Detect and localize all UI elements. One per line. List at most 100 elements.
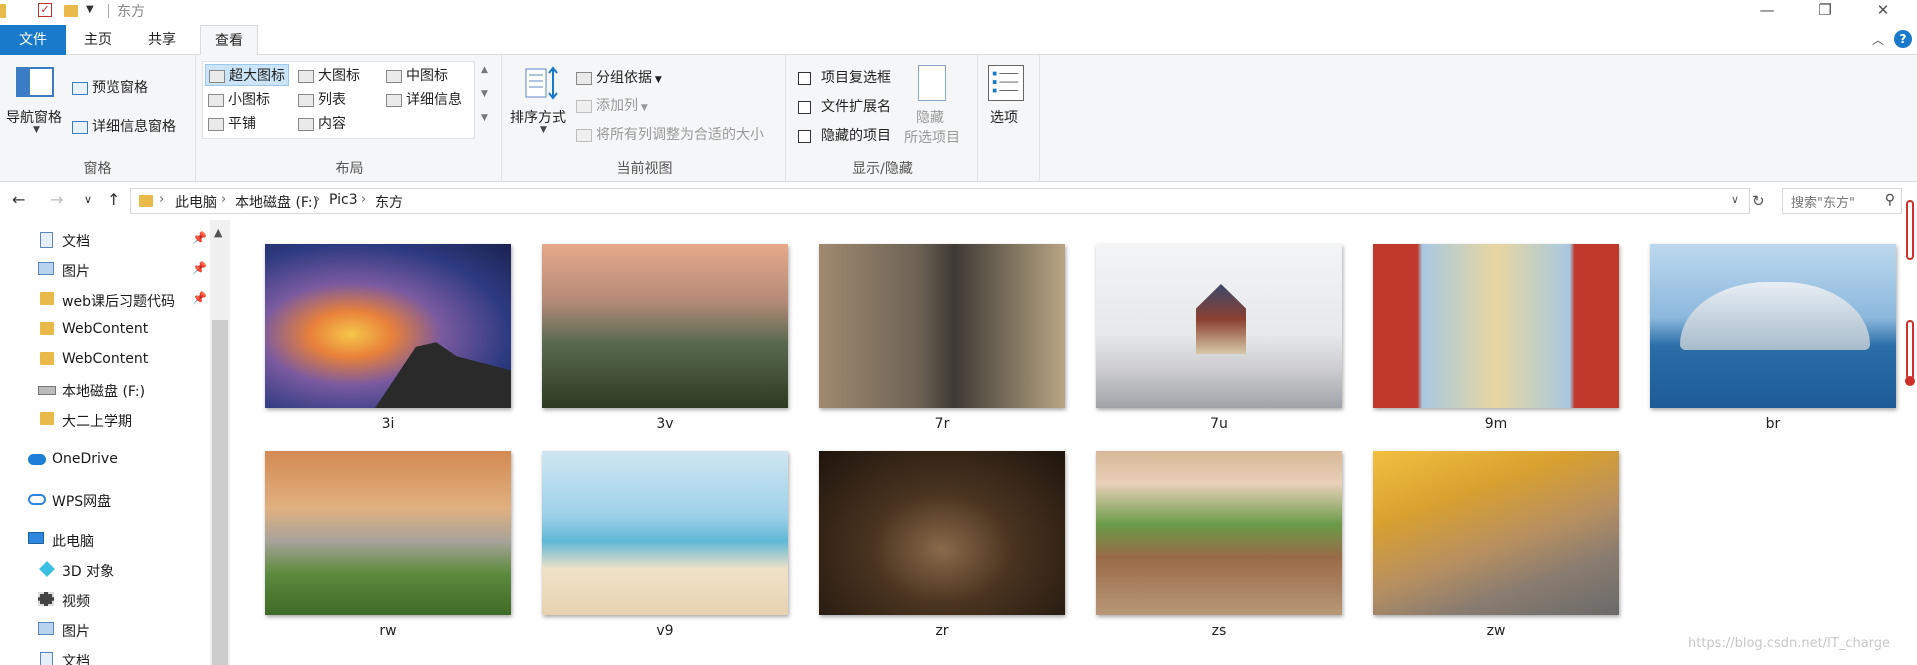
refresh-icon[interactable]: ↻ bbox=[1752, 192, 1765, 210]
file-name[interactable]: rw bbox=[265, 623, 511, 639]
chevron-down-icon[interactable]: ▼ bbox=[33, 125, 40, 135]
sidebar-item-videos[interactable]: 视频 bbox=[0, 586, 210, 614]
customize-toolbar-icon[interactable]: ▼ bbox=[86, 4, 94, 20]
breadcrumb-separator[interactable]: › bbox=[221, 192, 226, 207]
file-item[interactable]: rw bbox=[265, 451, 511, 647]
hidden-items-checkbox[interactable] bbox=[798, 129, 811, 143]
address-bar[interactable]: › 此电脑 › 本地磁盘 (F:) › Pic3 › 东方 ∨ bbox=[130, 188, 1750, 214]
sidebar-item-this-pc[interactable]: 此电脑 bbox=[0, 526, 210, 554]
chevron-down-icon[interactable]: ∨ bbox=[1731, 193, 1739, 206]
properties-icon[interactable]: ✓ bbox=[38, 3, 52, 17]
item-checkboxes-toggle[interactable]: 项目复选框 bbox=[798, 67, 891, 87]
sidebar-item-3d-objects[interactable]: 3D 对象 bbox=[0, 556, 210, 584]
sidebar-item-pictures-2[interactable]: 图片 bbox=[0, 616, 210, 644]
search-input[interactable]: 搜索"东方" ⚲ bbox=[1782, 188, 1902, 214]
options-button[interactable]: 选项 bbox=[990, 107, 1018, 127]
image-thumbnail[interactable] bbox=[1096, 451, 1342, 615]
file-name[interactable]: 7r bbox=[819, 416, 1065, 432]
fit-all-columns-button[interactable]: 将所有列调整为合适的大小 bbox=[576, 124, 764, 144]
file-name[interactable]: 3v bbox=[542, 416, 788, 432]
tab-file[interactable]: 文件 bbox=[0, 25, 66, 55]
hide-selected-icon[interactable] bbox=[918, 65, 946, 101]
sidebar-item-sophomore[interactable]: 大二上学期 bbox=[0, 406, 210, 434]
close-button[interactable]: ✕ bbox=[1860, 0, 1906, 22]
forward-button[interactable]: → bbox=[50, 190, 63, 209]
layout-small-icons[interactable]: 小图标 bbox=[205, 89, 273, 111]
sidebar-scrollbar[interactable]: ▲ bbox=[210, 220, 230, 665]
layout-extra-large-icons[interactable]: 超大图标 bbox=[205, 64, 289, 86]
breadcrumb-separator[interactable]: › bbox=[361, 192, 366, 207]
image-thumbnail[interactable] bbox=[1373, 244, 1619, 408]
file-name[interactable]: br bbox=[1650, 416, 1896, 432]
sidebar-scroll-thumb[interactable] bbox=[212, 320, 228, 665]
file-item[interactable]: v9 bbox=[542, 451, 788, 647]
group-by-button[interactable]: 分组依据 ▼ bbox=[576, 67, 662, 87]
sidebar-item-drive-f[interactable]: 本地磁盘 (F:) bbox=[0, 376, 210, 404]
chevron-up-icon[interactable]: ▲ bbox=[214, 226, 222, 239]
chevron-up-icon[interactable]: ▲ bbox=[481, 65, 488, 75]
expand-gallery-icon[interactable]: ▼ bbox=[481, 113, 488, 123]
item-checkboxes-checkbox[interactable] bbox=[798, 71, 811, 85]
tab-share[interactable]: 共享 bbox=[134, 25, 190, 55]
file-item[interactable]: 3i bbox=[265, 244, 511, 440]
breadcrumb-separator[interactable]: › bbox=[159, 192, 164, 207]
navigation-pane-button[interactable]: 导航窗格 bbox=[6, 107, 62, 127]
layout-details[interactable]: 详细信息 bbox=[383, 89, 465, 111]
breadcrumb-current[interactable]: 东方 bbox=[375, 192, 403, 212]
breadcrumb-this-pc[interactable]: 此电脑 bbox=[175, 192, 217, 212]
minimize-button[interactable]: — bbox=[1744, 0, 1790, 22]
file-name[interactable]: v9 bbox=[542, 623, 788, 639]
sidebar-item-documents[interactable]: 文档 📌 bbox=[0, 226, 210, 254]
options-icon[interactable] bbox=[988, 65, 1024, 101]
image-thumbnail[interactable] bbox=[542, 244, 788, 408]
breadcrumb-separator[interactable]: › bbox=[315, 192, 320, 207]
file-item[interactable]: zr bbox=[819, 451, 1065, 647]
image-thumbnail[interactable] bbox=[1373, 451, 1619, 615]
layout-list[interactable]: 列表 bbox=[295, 89, 349, 111]
layout-medium-icons[interactable]: 中图标 bbox=[383, 65, 451, 87]
layout-content[interactable]: 内容 bbox=[295, 113, 349, 135]
sidebar-item-documents-2[interactable]: 文档 bbox=[0, 646, 210, 665]
file-item[interactable]: 7r bbox=[819, 244, 1065, 440]
image-thumbnail[interactable] bbox=[1096, 244, 1342, 408]
tab-home[interactable]: 主页 bbox=[70, 25, 126, 55]
hidden-items-toggle[interactable]: 隐藏的项目 bbox=[798, 125, 891, 145]
file-name[interactable]: 7u bbox=[1096, 416, 1342, 432]
sort-by-button[interactable]: 排序方式 bbox=[510, 107, 566, 127]
up-button[interactable]: ↑ bbox=[107, 190, 120, 209]
layout-gallery-scroll[interactable]: ▲ ▼ ▼ bbox=[477, 61, 495, 139]
file-name[interactable]: 3i bbox=[265, 416, 511, 432]
file-name[interactable]: zs bbox=[1096, 623, 1342, 639]
file-name[interactable]: 9m bbox=[1373, 416, 1619, 432]
restore-button[interactable]: ❐ bbox=[1802, 0, 1848, 22]
add-column-button[interactable]: 添加列 ▼ bbox=[576, 95, 648, 115]
sidebar-item-web-homework[interactable]: web课后习题代码 📌 bbox=[0, 286, 210, 314]
help-icon[interactable]: ? bbox=[1894, 30, 1912, 48]
file-item[interactable]: 9m bbox=[1373, 244, 1619, 440]
file-name[interactable]: zw bbox=[1373, 623, 1619, 639]
file-item[interactable]: 7u bbox=[1096, 244, 1342, 440]
image-thumbnail[interactable] bbox=[265, 244, 511, 408]
preview-pane-button[interactable]: 预览窗格 bbox=[72, 77, 148, 97]
recent-locations-button[interactable]: ∨ bbox=[84, 193, 92, 206]
sidebar-item-webcontent-2[interactable]: WebContent bbox=[0, 346, 210, 374]
new-folder-icon[interactable] bbox=[64, 5, 78, 17]
layout-large-icons[interactable]: 大图标 bbox=[295, 65, 363, 87]
sidebar-item-onedrive[interactable]: OneDrive bbox=[0, 446, 210, 474]
image-thumbnail[interactable] bbox=[1650, 244, 1896, 408]
chevron-down-icon[interactable]: ▼ bbox=[481, 89, 488, 99]
file-item[interactable]: zs bbox=[1096, 451, 1342, 647]
chevron-down-icon[interactable]: ▼ bbox=[540, 125, 547, 135]
image-thumbnail[interactable] bbox=[265, 451, 511, 615]
chevron-up-icon[interactable]: ︿ bbox=[1872, 31, 1884, 48]
sidebar-item-pictures[interactable]: 图片 📌 bbox=[0, 256, 210, 284]
hide-selected-button[interactable]: 隐藏 bbox=[916, 107, 944, 127]
breadcrumb-pic3[interactable]: Pic3 bbox=[329, 192, 358, 208]
sort-by-icon[interactable] bbox=[524, 65, 560, 101]
file-name[interactable]: zr bbox=[819, 623, 1065, 639]
file-extensions-checkbox[interactable] bbox=[798, 100, 811, 114]
sidebar-item-webcontent[interactable]: WebContent bbox=[0, 316, 210, 344]
details-pane-button[interactable]: 详细信息窗格 bbox=[72, 116, 176, 136]
sidebar-item-wps-cloud[interactable]: WPS网盘 bbox=[0, 486, 210, 514]
file-extensions-toggle[interactable]: 文件扩展名 bbox=[798, 96, 891, 116]
